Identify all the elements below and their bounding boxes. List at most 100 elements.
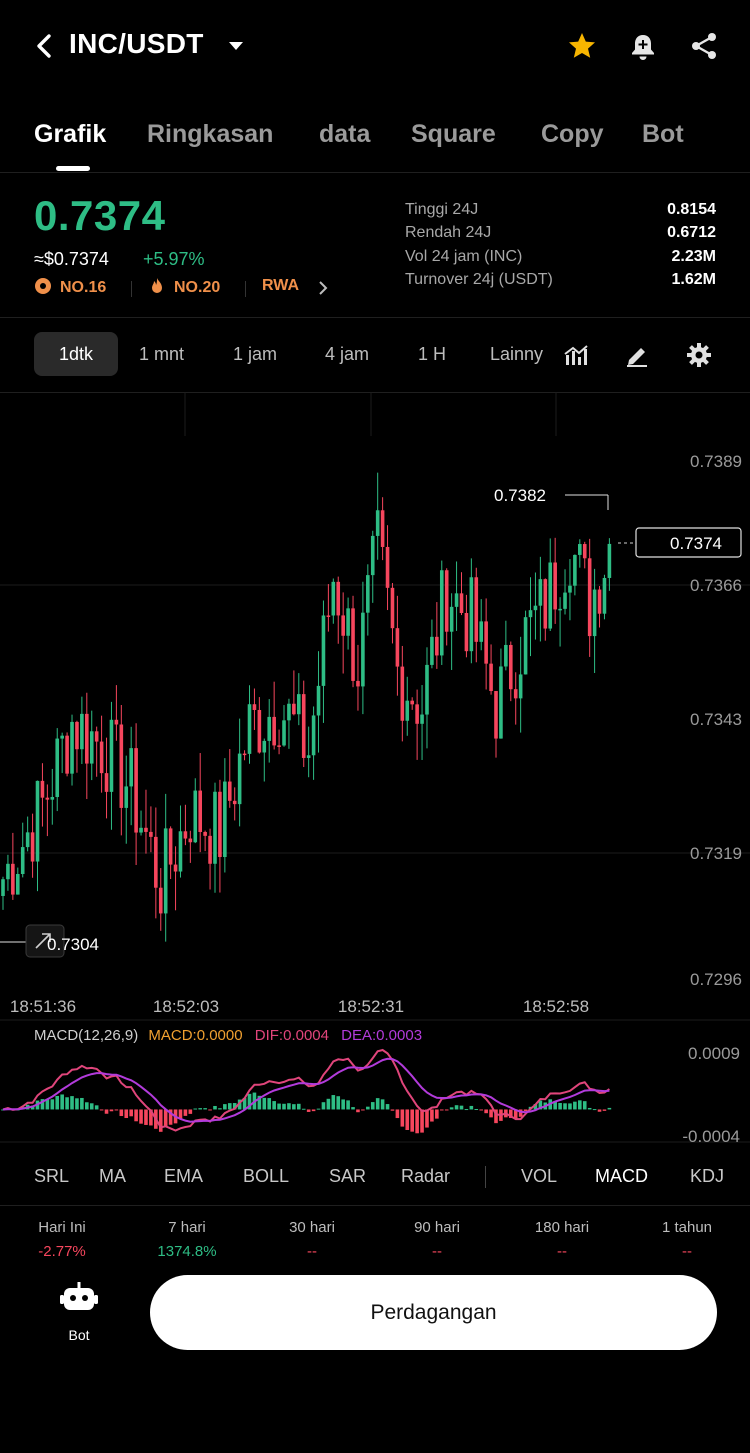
drawing-pencil-icon[interactable] (624, 342, 650, 368)
candle-body (20, 847, 25, 875)
interval-4jam[interactable]: 4 jam (325, 344, 369, 365)
time-tick: 18:52:31 (338, 997, 404, 1016)
stat-label-low: Rendah 24J (405, 224, 492, 241)
chevron-down-icon[interactable] (228, 40, 244, 52)
tab-data[interactable]: data (319, 120, 370, 149)
macd-bar (301, 1108, 306, 1110)
indicator-radar[interactable]: Radar (401, 1166, 450, 1187)
candle-body (75, 721, 79, 750)
macd-bar (380, 1099, 385, 1110)
indicator-srl[interactable]: SRL (34, 1166, 69, 1187)
back-icon[interactable] (30, 28, 58, 64)
candle-body (193, 790, 198, 843)
candle-body (232, 800, 237, 805)
macd-bar (346, 1100, 350, 1110)
pair-title[interactable]: INC/USDT (69, 28, 204, 60)
bell-plus-icon[interactable] (627, 30, 659, 62)
macd-bar (331, 1095, 336, 1110)
indicator-vol[interactable]: VOL (521, 1166, 557, 1187)
price-tick: 0.7389 (690, 452, 742, 471)
macd-params: MACD(12,26,9) (34, 1027, 138, 1044)
interval-more[interactable]: Lainny (490, 344, 552, 365)
macd-bar (65, 1097, 69, 1110)
tab-bot[interactable]: Bot (642, 120, 684, 149)
candle-body (439, 570, 444, 656)
indicator-chart-icon[interactable] (562, 342, 590, 368)
macd-bar (223, 1104, 227, 1110)
time-tick: 18:52:58 (523, 997, 589, 1016)
chevron-right-icon[interactable] (317, 280, 329, 296)
indicator-boll[interactable]: BOLL (243, 1166, 289, 1187)
indicator-sar[interactable]: SAR (329, 1166, 366, 1187)
candle-body (306, 755, 311, 758)
divider (485, 1166, 486, 1188)
stat-value-low: 0.6712 (667, 224, 716, 241)
candle-body (326, 615, 331, 617)
candle-body (361, 612, 365, 687)
interval-1h[interactable]: 1 H (418, 344, 446, 365)
candle-body (390, 587, 395, 629)
candle-body (316, 685, 321, 716)
indicator-macd[interactable]: MACD (595, 1166, 648, 1187)
stat-label-high: Tinggi 24J (405, 201, 479, 218)
candle-body (35, 780, 40, 862)
macd-bar (597, 1109, 602, 1112)
settings-gear-icon[interactable] (686, 342, 712, 368)
macd-bar (139, 1109, 143, 1124)
candle-body (597, 589, 602, 614)
candle-body (311, 715, 316, 756)
candle-body (252, 704, 257, 710)
tag-rwa[interactable]: RWA (262, 277, 299, 295)
interval-1jam[interactable]: 1 jam (233, 344, 277, 365)
macd-bar (183, 1109, 188, 1116)
candle-body (297, 694, 301, 715)
tab-square[interactable]: Square (411, 120, 496, 149)
price-chart[interactable]: 0.7389 0.7366 0.7343 0.7319 0.7296 0.738… (0, 392, 750, 1150)
candle-body (104, 773, 109, 792)
candle-body (188, 838, 193, 843)
macd-bar (563, 1103, 567, 1110)
indicator-ema[interactable]: EMA (164, 1166, 203, 1187)
rank-badge-2[interactable]: NO.20 (148, 277, 220, 297)
perf-label-7d: 7 hari (168, 1219, 206, 1236)
indicator-ma[interactable]: MA (99, 1166, 126, 1187)
candle-body (144, 827, 148, 832)
robot-icon[interactable] (60, 1282, 98, 1314)
macd-bar (50, 1099, 55, 1110)
macd-bar (326, 1098, 331, 1110)
candle-body (430, 636, 434, 665)
star-icon[interactable] (566, 30, 598, 62)
macd-bar (469, 1105, 474, 1110)
candle-body (573, 554, 577, 586)
interval-1mnt[interactable]: 1 mnt (139, 344, 184, 365)
share-icon[interactable] (688, 30, 720, 62)
candle-body (528, 610, 533, 618)
indicator-kdj[interactable]: KDJ (690, 1166, 724, 1187)
candle-body (454, 593, 459, 607)
perf-label-1y: 1 tahun (661, 1219, 713, 1236)
macd-bar (356, 1109, 360, 1113)
rank-badge-1[interactable]: NO.16 (34, 277, 106, 297)
time-tick: 18:51:36 (10, 997, 76, 1016)
bot-label[interactable]: Bot (0, 1327, 158, 1343)
macd-bar (99, 1109, 104, 1111)
stat-value-volume: 2.23M (671, 248, 716, 265)
candle-body (203, 831, 207, 836)
candle-body (602, 577, 607, 614)
candle-body (15, 874, 20, 895)
macd-bar (188, 1109, 193, 1114)
tab-grafik[interactable]: Grafik (34, 120, 106, 149)
perf-value-180d: -- (557, 1243, 567, 1257)
macd-bar (415, 1109, 419, 1134)
trade-button[interactable]: Perdagangan (150, 1275, 717, 1350)
tab-ringkasan[interactable]: Ringkasan (147, 120, 273, 149)
macd-bar (208, 1109, 212, 1111)
candle-body (99, 741, 104, 774)
macd-bar (351, 1107, 355, 1110)
macd-bar (336, 1096, 341, 1110)
tab-copy[interactable]: Copy (541, 120, 604, 149)
indicator-tabs: SRL MA EMA BOLL SAR Radar VOL MACD KDJ (0, 1150, 750, 1206)
interval-1dtk[interactable]: 1dtk (34, 332, 118, 376)
candle-body (592, 589, 597, 637)
candle-body (370, 535, 375, 576)
